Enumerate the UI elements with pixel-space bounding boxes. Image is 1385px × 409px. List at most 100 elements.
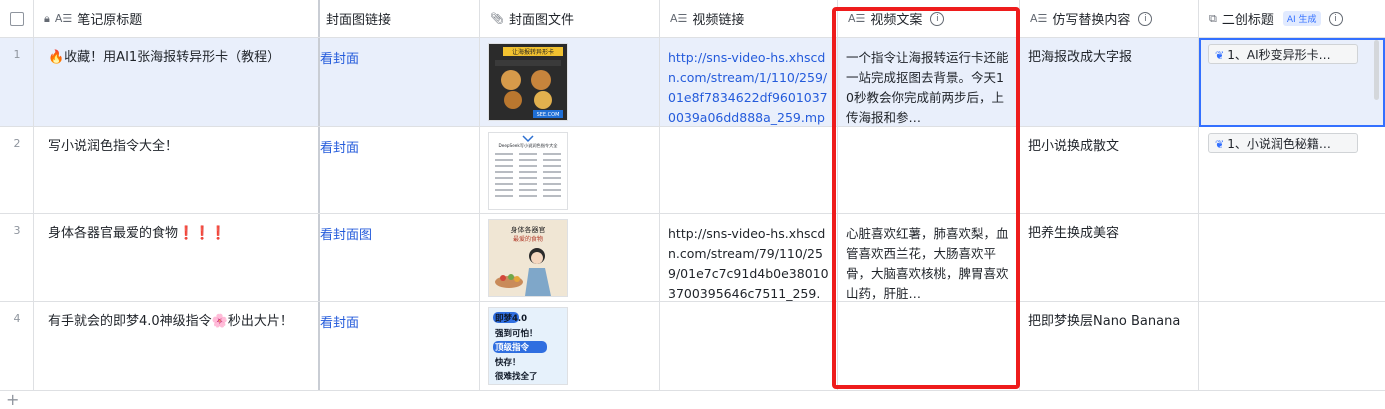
column-header-video-copy[interactable]: A☰ 视频文案 i	[838, 0, 1020, 37]
column-video-link-label: 视频链接	[692, 13, 745, 28]
thumb-line-1: 即梦4.0	[495, 313, 527, 324]
rewrite-cell[interactable]: 把小说换成散文	[1020, 127, 1199, 213]
thumb-line-2: 强到可怕！	[495, 328, 538, 339]
title-cell[interactable]: 有手就会的即梦4.0神级指令🌸秒出大片！	[34, 302, 320, 390]
cover-thumbnail[interactable]: 即梦4.0 强到可怕！ 顶级指令 快存！ 很难找全了	[488, 307, 568, 385]
cover-file-cell[interactable]: 让海报转异形卡 SEE.COM	[480, 38, 660, 126]
rewrite-cell[interactable]: 把养生换成美容	[1020, 214, 1199, 301]
text-field-icon: A☰	[1030, 12, 1048, 25]
cover-file-cell[interactable]: 即梦4.0 强到可怕！ 顶级指令 快存！ 很难找全了	[480, 302, 660, 390]
video-link-cell[interactable]: http://sns-video-hs.xhscdn.com/stream/1/…	[660, 38, 838, 126]
column-header-video-link[interactable]: A☰ 视频链接	[660, 0, 838, 37]
table-row[interactable]: 3 身体各器官最爱的食物❗️❗️❗️ 看封面图 身体各器官 最爱的食物 http…	[0, 214, 1385, 302]
column-header-rewrite[interactable]: A☰ 仿写替换内容 i	[1020, 0, 1199, 37]
column-header-cover-file[interactable]: 📎︎ 封面图文件	[480, 0, 660, 37]
text-field-icon: A☰	[670, 12, 688, 25]
table-header: 🔒︎ A☰ 笔记原标题 封面图链接 📎︎ 封面图文件 A☰ 视频链接 A☰ 视频…	[0, 0, 1385, 38]
paperclip-icon: 📎︎	[490, 12, 504, 25]
ai-generated-badge: AI 生成	[1282, 11, 1321, 26]
table-row[interactable]: 1 🔥收藏！用AI1张海报转异形卡（教程） 看封面 让海报转异形卡 SEE.CO…	[0, 38, 1385, 127]
row-number: 2	[13, 137, 21, 150]
table-row[interactable]: 2 写小说润色指令大全！ 看封面 DeepSeek写小说润色指令大全 把小说换成…	[0, 127, 1385, 214]
select-all-checkbox[interactable]	[10, 12, 24, 26]
note-title: 有手就会的即梦4.0神级指令🌸秒出大片！	[48, 314, 293, 329]
video-link[interactable]: http://sns-video-hs.xhscdn.com/stream/1/…	[668, 48, 831, 126]
lock-icon: 🔒︎	[44, 11, 50, 25]
rewrite-text: 把小说换成散文	[1028, 139, 1120, 154]
video-link-cell[interactable]	[660, 302, 838, 390]
rewrite-cell[interactable]: 把海报改成大字报	[1020, 38, 1199, 126]
ai-title-icon: ❦	[1215, 138, 1225, 151]
header-select-cell	[0, 0, 34, 37]
remake-title-cell[interactable]: ❦ 1、AI秒变异形卡…	[1199, 38, 1385, 126]
column-video-copy-label: 视频文案	[870, 13, 923, 28]
cover-link-cell[interactable]: 看封面	[320, 38, 480, 126]
rewrite-cell[interactable]: 把即梦换层Nano Banana	[1020, 302, 1199, 390]
title-cell[interactable]: 🔥收藏！用AI1张海报转异形卡（教程）	[34, 38, 320, 126]
video-copy-text: 一个指令让海报转运行卡还能一站完成抠图去背景。今天10秒教会你完成前两步后，上传…	[846, 50, 1009, 125]
thumb-line-3: 顶级指令	[495, 342, 530, 353]
row-number-cell: 1	[0, 38, 34, 126]
rewrite-text: 把即梦换层Nano Banana	[1028, 314, 1181, 329]
thumb-header-text: 让海报转异形卡	[512, 48, 554, 56]
remake-title-tag[interactable]: ❦ 1、小说润色秘籍…	[1208, 133, 1358, 153]
column-cover-link-label: 封面图链接	[326, 13, 392, 28]
row-number-cell: 3	[0, 214, 34, 301]
ai-title-icon: ⧉	[1209, 11, 1217, 25]
remake-title-cell[interactable]	[1199, 302, 1385, 390]
thumb-line-5: 很难找全了	[494, 371, 538, 382]
cover-thumbnail[interactable]: 让海报转异形卡 SEE.COM	[488, 43, 568, 121]
plus-icon[interactable]: +	[6, 392, 19, 408]
data-table: 🔒︎ A☰ 笔记原标题 封面图链接 📎︎ 封面图文件 A☰ 视频链接 A☰ 视频…	[0, 0, 1385, 391]
video-copy-cell[interactable]	[838, 302, 1020, 390]
row-number-cell: 2	[0, 127, 34, 213]
row-number: 3	[13, 224, 21, 237]
column-title-label: 笔记原标题	[77, 13, 143, 28]
video-link-cell[interactable]: http://sns-video-hs.xhscdn.com/stream/79…	[660, 214, 838, 301]
remake-title-tag[interactable]: ❦ 1、AI秒变异形卡…	[1208, 44, 1358, 64]
cover-image-illustration: 身体各器官 最爱的食物	[489, 220, 567, 296]
remake-title-cell[interactable]: ❦ 1、小说润色秘籍…	[1199, 127, 1385, 213]
thumb-doc-header: DeepSeek写小说润色指令大全	[499, 142, 559, 149]
note-title: 写小说润色指令大全！	[48, 139, 179, 154]
cover-link-cell[interactable]: 看封面图	[320, 214, 480, 301]
cover-file-cell[interactable]: DeepSeek写小说润色指令大全	[480, 127, 660, 213]
column-cover-file-label: 封面图文件	[508, 13, 574, 28]
info-icon[interactable]: i	[1138, 11, 1153, 26]
table-row[interactable]: 4 有手就会的即梦4.0神级指令🌸秒出大片！ 看封面 即梦4.0 强到可怕！ 顶…	[0, 302, 1385, 391]
cover-link[interactable]: 看封面	[320, 137, 359, 156]
info-icon[interactable]: i	[930, 11, 945, 26]
cover-link[interactable]: 看封面	[320, 312, 359, 331]
cover-link-cell[interactable]: 看封面	[320, 302, 480, 390]
ai-title-icon: ❦	[1215, 49, 1225, 62]
cover-link[interactable]: 看封面图	[320, 224, 372, 243]
video-copy-cell[interactable]	[838, 127, 1020, 213]
cover-thumbnail[interactable]: DeepSeek写小说润色指令大全	[488, 132, 568, 210]
video-copy-cell[interactable]: 心脏喜欢红薯，肺喜欢梨，血管喜欢西兰花，大肠喜欢平骨，大脑喜欢核桃，脾胃喜欢山药…	[838, 214, 1020, 301]
cover-link[interactable]: 看封面	[320, 48, 359, 67]
video-link-cell[interactable]	[660, 127, 838, 213]
remake-title-cell[interactable]	[1199, 214, 1385, 301]
video-link[interactable]: http://sns-video-hs.xhscdn.com/stream/79…	[668, 224, 831, 301]
column-header-remake-title[interactable]: ⧉ 二创标题 AI 生成 i	[1199, 0, 1385, 37]
title-cell[interactable]: 写小说润色指令大全！	[34, 127, 320, 213]
video-copy-cell[interactable]: 一个指令让海报转运行卡还能一站完成抠图去背景。今天10秒教会你完成前两步后，上传…	[838, 38, 1020, 126]
text-field-icon: A☰	[848, 12, 866, 25]
cover-thumbnail[interactable]: 身体各器官 最爱的食物	[488, 219, 568, 297]
info-icon[interactable]: i	[1328, 11, 1343, 26]
text-field-icon: A☰	[54, 12, 73, 25]
cover-image-text-poster: 即梦4.0 强到可怕！ 顶级指令 快存！ 很难找全了	[489, 308, 567, 384]
rewrite-text: 把养生换成美容	[1028, 226, 1120, 241]
column-header-title[interactable]: 🔒︎ A☰ 笔记原标题	[34, 0, 320, 37]
vertical-scrollbar[interactable]	[1374, 40, 1379, 100]
remake-title-text: 1、AI秒变异形卡…	[1227, 48, 1331, 62]
column-header-cover-link[interactable]: 封面图链接	[320, 0, 480, 37]
title-cell[interactable]: 身体各器官最爱的食物❗️❗️❗️	[34, 214, 320, 301]
cover-file-cell[interactable]: 身体各器官 最爱的食物	[480, 214, 660, 301]
note-title: 身体各器官最爱的食物❗️❗️❗️	[48, 226, 227, 241]
row-number-cell: 4	[0, 302, 34, 390]
row-number: 4	[13, 312, 21, 325]
cover-link-cell[interactable]: 看封面	[320, 127, 480, 213]
row-number: 1	[13, 48, 21, 61]
cover-image-poster: 让海报转异形卡 SEE.COM	[489, 44, 567, 120]
